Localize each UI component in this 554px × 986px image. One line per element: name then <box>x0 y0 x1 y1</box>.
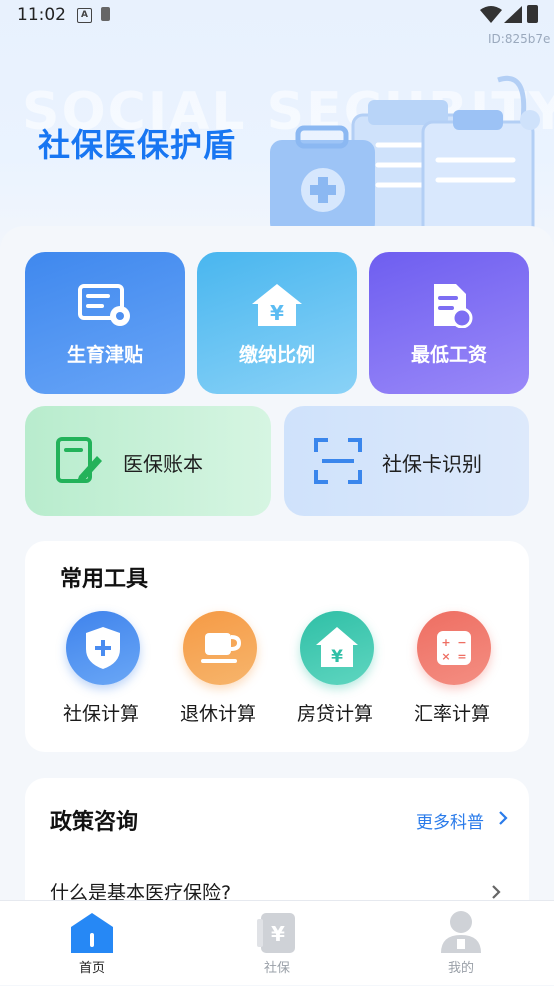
nav-label: 社保 <box>263 961 290 976</box>
tile-label: 缴纳比例 <box>238 344 315 366</box>
house-yen-icon: ¥ <box>252 284 302 326</box>
tools-card: 常用工具 社保计算 退休计算 ¥ 房贷计算 + − × = 汇率计算 <box>25 541 529 752</box>
id-tag: ID:825b7e <box>488 32 551 46</box>
scan-frame-icon <box>314 438 362 484</box>
wifi-icon <box>480 6 502 23</box>
tool-label: 社保计算 <box>62 703 139 725</box>
calculator-icon: + − × = <box>417 611 491 685</box>
svg-text:+: + <box>441 636 450 649</box>
document-coin-icon <box>434 284 473 328</box>
social-security-icon: ¥ <box>257 913 295 953</box>
tile-medical-ledger[interactable]: 医保账本 <box>25 406 271 516</box>
nav-item-social-security[interactable]: ¥ 社保 <box>217 901 337 985</box>
svg-text:−: − <box>457 636 466 649</box>
hero-banner: SOCIAL SECURITY 社保医保护盾 <box>0 0 554 260</box>
medical-kit-illustration <box>270 76 540 235</box>
user-icon <box>441 911 481 953</box>
tool-mortgage-calc[interactable]: ¥ 房贷计算 <box>285 611 385 731</box>
tile-card-recognition[interactable]: 社保卡识别 <box>284 406 529 516</box>
id-card-gear-icon <box>78 284 130 326</box>
coffee-cup-icon <box>183 611 257 685</box>
tile-label: 最低工资 <box>410 344 487 366</box>
home-icon <box>71 913 113 953</box>
status-bar: 11:02 A <box>0 0 554 32</box>
tool-exchange-rate-calc[interactable]: + − × = 汇率计算 <box>402 611 502 731</box>
battery-saver-icon <box>101 7 110 21</box>
house-yen-icon: ¥ <box>300 611 374 685</box>
svg-text:¥: ¥ <box>271 922 285 946</box>
shield-plus-icon <box>66 611 140 685</box>
tile-label: 社保卡识别 <box>382 452 482 476</box>
svg-text:×: × <box>441 650 450 663</box>
svg-text:=: = <box>457 650 466 663</box>
nav-label: 我的 <box>447 961 474 976</box>
notification-a-icon: A <box>77 8 92 23</box>
svg-text:¥: ¥ <box>331 647 343 667</box>
chevron-right-icon[interactable] <box>491 884 501 900</box>
nav-label: 首页 <box>78 961 105 976</box>
status-time: 11:02 <box>17 5 66 25</box>
battery-icon <box>527 5 538 23</box>
policy-title: 政策咨询 <box>50 810 139 835</box>
tool-social-security-calc[interactable]: 社保计算 <box>51 611 151 731</box>
tile-contribution-ratio[interactable]: ¥ 缴纳比例 <box>197 252 357 394</box>
ledger-pen-icon <box>56 437 102 483</box>
svg-text:¥: ¥ <box>270 301 284 325</box>
tile-label: 生育津贴 <box>66 344 143 366</box>
nav-item-profile[interactable]: 我的 <box>401 901 521 985</box>
tile-minimum-wage[interactable]: 最低工资 <box>369 252 529 394</box>
app-title: 社保医保护盾 <box>38 126 237 164</box>
tool-label: 房贷计算 <box>296 703 373 725</box>
more-link[interactable]: 更多科普 <box>416 808 484 833</box>
tool-label: 退休计算 <box>179 703 256 725</box>
tool-retirement-calc[interactable]: 退休计算 <box>168 611 268 731</box>
tools-title: 常用工具 <box>60 567 149 592</box>
nav-item-home[interactable]: 首页 <box>32 901 152 985</box>
tile-label: 医保账本 <box>123 452 203 476</box>
signal-icon <box>504 6 522 23</box>
chevron-right-icon[interactable] <box>498 810 508 826</box>
tool-label: 汇率计算 <box>413 703 490 725</box>
tile-maternity-allowance[interactable]: 生育津贴 <box>25 252 185 394</box>
bottom-nav: 首页 ¥ 社保 我的 <box>0 900 554 985</box>
